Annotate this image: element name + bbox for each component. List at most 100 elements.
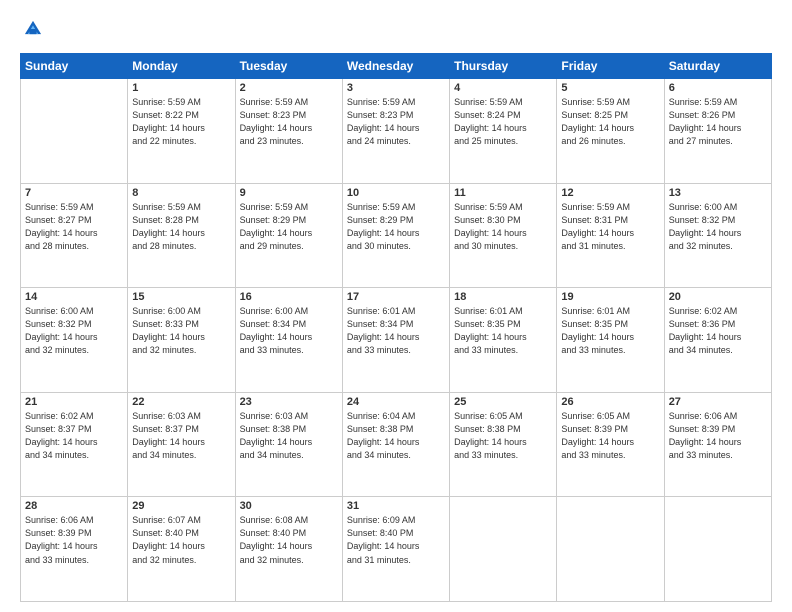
calendar-cell: 13 Sunrise: 6:00 AM Sunset: 8:32 PM Dayli…: [664, 183, 771, 288]
cell-info: Sunrise: 5:59 AM Sunset: 8:23 PM Dayligh…: [240, 96, 338, 148]
cell-info: Sunrise: 5:59 AM Sunset: 8:25 PM Dayligh…: [561, 96, 659, 148]
cell-info: Sunrise: 5:59 AM Sunset: 8:24 PM Dayligh…: [454, 96, 552, 148]
weekday-header-sunday: Sunday: [21, 54, 128, 79]
day-number: 19: [561, 291, 659, 303]
calendar-cell: 3Sunrise: 5:59 AM Sunset: 8:23 PM Daylig…: [342, 79, 449, 184]
calendar-cell: 20 Sunrise: 6:02 AM Sunset: 8:36 PM Dayli…: [664, 288, 771, 393]
day-number: 26: [561, 396, 659, 408]
day-number: 29: [132, 500, 230, 512]
cell-info: Sunrise: 6:04 AM Sunset: 8:38 PM Dayligh…: [347, 410, 445, 462]
calendar-cell: 27 Sunrise: 6:06 AM Sunset: 8:39 PM Dayli…: [664, 392, 771, 497]
week-row-0: 1 Sunrise: 5:59 AM Sunset: 8:22 PM Daylig…: [21, 79, 772, 184]
day-number: 22: [132, 396, 230, 408]
calendar-cell: 30 Sunrise: 6:08 AM Sunset: 8:40 PM Dayli…: [235, 497, 342, 602]
calendar-cell: 14 Sunrise: 6:00 AM Sunset: 8:32 PM Dayli…: [21, 288, 128, 393]
calendar-cell: 18Sunrise: 6:01 AM Sunset: 8:35 PM Dayli…: [450, 288, 557, 393]
day-number: 17: [347, 291, 445, 303]
day-number: 3: [347, 82, 445, 94]
day-number: 31: [347, 500, 445, 512]
week-row-3: 21 Sunrise: 6:02 AM Sunset: 8:37 PM Dayli…: [21, 392, 772, 497]
cell-info: Sunrise: 5:59 AM Sunset: 8:30 PM Dayligh…: [454, 201, 552, 253]
cell-info: Sunrise: 5:59 AM Sunset: 8:29 PM Dayligh…: [240, 201, 338, 253]
cell-info: Sunrise: 6:06 AM Sunset: 8:39 PM Dayligh…: [669, 410, 767, 462]
cell-info: Sunrise: 6:05 AM Sunset: 8:39 PM Dayligh…: [561, 410, 659, 462]
cell-info: Sunrise: 6:03 AM Sunset: 8:38 PM Dayligh…: [240, 410, 338, 462]
cell-info: Sunrise: 6:02 AM Sunset: 8:37 PM Dayligh…: [25, 410, 123, 462]
calendar-cell: 17 Sunrise: 6:01 AM Sunset: 8:34 PM Dayli…: [342, 288, 449, 393]
day-number: 1: [132, 82, 230, 94]
calendar-cell: 25Sunrise: 6:05 AM Sunset: 8:38 PM Dayli…: [450, 392, 557, 497]
calendar-cell: 2 Sunrise: 5:59 AM Sunset: 8:23 PM Daylig…: [235, 79, 342, 184]
calendar-cell: 16Sunrise: 6:00 AM Sunset: 8:34 PM Dayli…: [235, 288, 342, 393]
cell-info: Sunrise: 6:01 AM Sunset: 8:34 PM Dayligh…: [347, 305, 445, 357]
weekday-header-monday: Monday: [128, 54, 235, 79]
day-number: 10: [347, 187, 445, 199]
day-number: 16: [240, 291, 338, 303]
header: [20, 18, 772, 45]
calendar-cell: [664, 497, 771, 602]
calendar-cell: [557, 497, 664, 602]
logo-icon: [22, 18, 44, 40]
day-number: 13: [669, 187, 767, 199]
cell-info: Sunrise: 5:59 AM Sunset: 8:22 PM Dayligh…: [132, 96, 230, 148]
day-number: 30: [240, 500, 338, 512]
calendar-cell: 19 Sunrise: 6:01 AM Sunset: 8:35 PM Dayli…: [557, 288, 664, 393]
calendar-cell: 15Sunrise: 6:00 AM Sunset: 8:33 PM Dayli…: [128, 288, 235, 393]
week-row-1: 7Sunrise: 5:59 AM Sunset: 8:27 PM Daylig…: [21, 183, 772, 288]
calendar-cell: 8 Sunrise: 5:59 AM Sunset: 8:28 PM Daylig…: [128, 183, 235, 288]
calendar-cell: 7Sunrise: 5:59 AM Sunset: 8:27 PM Daylig…: [21, 183, 128, 288]
calendar-cell: 9 Sunrise: 5:59 AM Sunset: 8:29 PM Daylig…: [235, 183, 342, 288]
cell-info: Sunrise: 5:59 AM Sunset: 8:26 PM Dayligh…: [669, 96, 767, 148]
cell-info: Sunrise: 6:00 AM Sunset: 8:32 PM Dayligh…: [669, 201, 767, 253]
cell-info: Sunrise: 5:59 AM Sunset: 8:29 PM Dayligh…: [347, 201, 445, 253]
day-number: 24: [347, 396, 445, 408]
cell-info: Sunrise: 5:59 AM Sunset: 8:31 PM Dayligh…: [561, 201, 659, 253]
weekday-header-thursday: Thursday: [450, 54, 557, 79]
logo: [20, 18, 46, 45]
cell-info: Sunrise: 6:00 AM Sunset: 8:32 PM Dayligh…: [25, 305, 123, 357]
cell-info: Sunrise: 6:02 AM Sunset: 8:36 PM Dayligh…: [669, 305, 767, 357]
calendar-cell: 26 Sunrise: 6:05 AM Sunset: 8:39 PM Dayli…: [557, 392, 664, 497]
calendar-cell: [21, 79, 128, 184]
weekday-header-saturday: Saturday: [664, 54, 771, 79]
day-number: 25: [454, 396, 552, 408]
calendar-cell: 28Sunrise: 6:06 AM Sunset: 8:39 PM Dayli…: [21, 497, 128, 602]
day-number: 12: [561, 187, 659, 199]
day-number: 20: [669, 291, 767, 303]
weekday-header-tuesday: Tuesday: [235, 54, 342, 79]
calendar-cell: 5Sunrise: 5:59 AM Sunset: 8:25 PM Daylig…: [557, 79, 664, 184]
day-number: 15: [132, 291, 230, 303]
cell-info: Sunrise: 6:09 AM Sunset: 8:40 PM Dayligh…: [347, 514, 445, 566]
cell-info: Sunrise: 5:59 AM Sunset: 8:27 PM Dayligh…: [25, 201, 123, 253]
day-number: 9: [240, 187, 338, 199]
cell-info: Sunrise: 6:01 AM Sunset: 8:35 PM Dayligh…: [561, 305, 659, 357]
day-number: 2: [240, 82, 338, 94]
calendar-cell: 6 Sunrise: 5:59 AM Sunset: 8:26 PM Daylig…: [664, 79, 771, 184]
calendar-cell: 31 Sunrise: 6:09 AM Sunset: 8:40 PM Dayli…: [342, 497, 449, 602]
week-row-4: 28Sunrise: 6:06 AM Sunset: 8:39 PM Dayli…: [21, 497, 772, 602]
calendar-cell: 12 Sunrise: 5:59 AM Sunset: 8:31 PM Dayli…: [557, 183, 664, 288]
cell-info: Sunrise: 5:59 AM Sunset: 8:28 PM Dayligh…: [132, 201, 230, 253]
day-number: 6: [669, 82, 767, 94]
calendar-cell: 24 Sunrise: 6:04 AM Sunset: 8:38 PM Dayli…: [342, 392, 449, 497]
calendar-cell: 21 Sunrise: 6:02 AM Sunset: 8:37 PM Dayli…: [21, 392, 128, 497]
calendar-body: 1 Sunrise: 5:59 AM Sunset: 8:22 PM Daylig…: [21, 79, 772, 602]
cell-info: Sunrise: 6:06 AM Sunset: 8:39 PM Dayligh…: [25, 514, 123, 566]
cell-info: Sunrise: 6:08 AM Sunset: 8:40 PM Dayligh…: [240, 514, 338, 566]
calendar-cell: [450, 497, 557, 602]
calendar-cell: 1 Sunrise: 5:59 AM Sunset: 8:22 PM Daylig…: [128, 79, 235, 184]
day-number: 8: [132, 187, 230, 199]
weekday-header-row: SundayMondayTuesdayWednesdayThursdayFrid…: [21, 54, 772, 79]
day-number: 27: [669, 396, 767, 408]
cell-info: Sunrise: 6:03 AM Sunset: 8:37 PM Dayligh…: [132, 410, 230, 462]
page: SundayMondayTuesdayWednesdayThursdayFrid…: [0, 0, 792, 612]
calendar-cell: 4 Sunrise: 5:59 AM Sunset: 8:24 PM Daylig…: [450, 79, 557, 184]
cell-info: Sunrise: 6:07 AM Sunset: 8:40 PM Dayligh…: [132, 514, 230, 566]
day-number: 18: [454, 291, 552, 303]
week-row-2: 14 Sunrise: 6:00 AM Sunset: 8:32 PM Dayli…: [21, 288, 772, 393]
calendar-cell: 29 Sunrise: 6:07 AM Sunset: 8:40 PM Dayli…: [128, 497, 235, 602]
day-number: 14: [25, 291, 123, 303]
calendar-cell: 11Sunrise: 5:59 AM Sunset: 8:30 PM Dayli…: [450, 183, 557, 288]
day-number: 21: [25, 396, 123, 408]
day-number: 4: [454, 82, 552, 94]
